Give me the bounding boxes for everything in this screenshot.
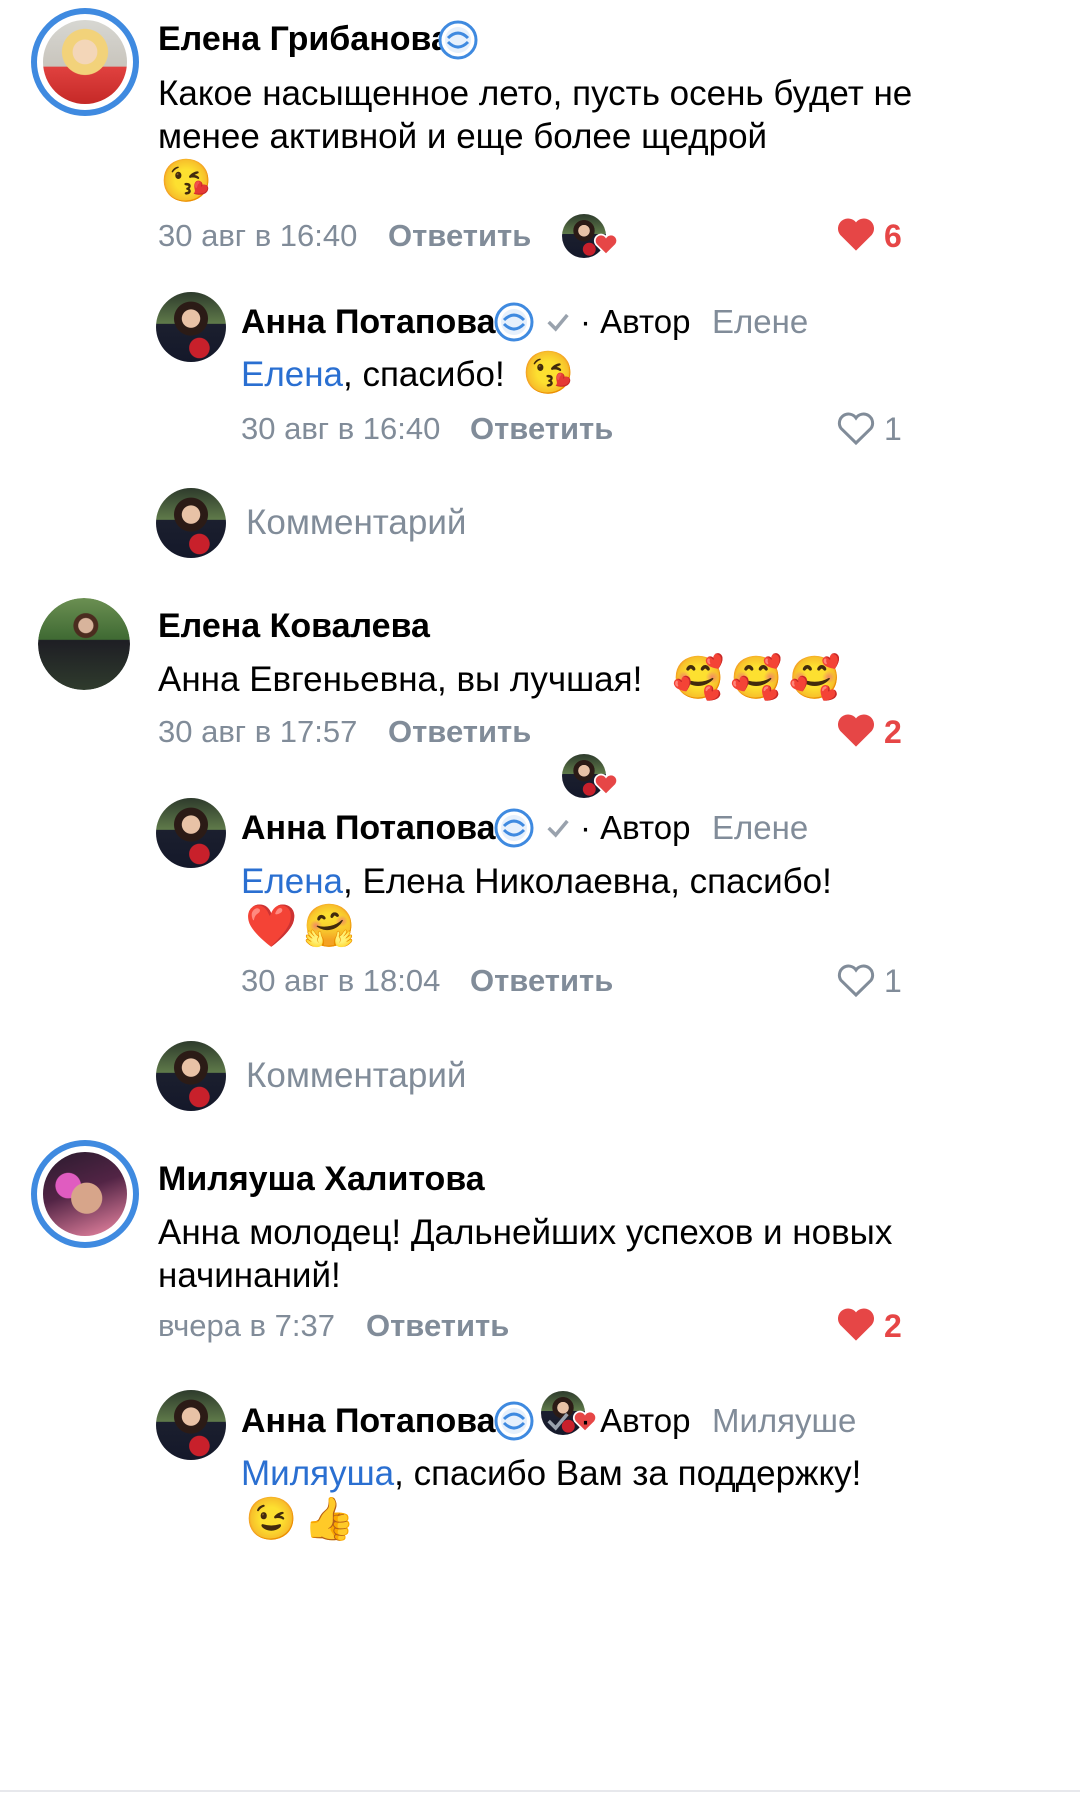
like-count: 6 bbox=[884, 218, 902, 254]
check-icon bbox=[547, 313, 569, 332]
like-count: 1 bbox=[884, 963, 902, 999]
like-heart-outline-icon[interactable] bbox=[836, 409, 876, 447]
comment-input[interactable]: Комментарий bbox=[246, 1056, 466, 1096]
avatar-milyausha-halitova[interactable] bbox=[31, 1140, 139, 1248]
reply-button[interactable]: Ответить bbox=[388, 714, 531, 750]
comment-timestamp: вчера в 7:37 bbox=[158, 1308, 335, 1343]
comment-input[interactable]: Комментарий bbox=[246, 503, 466, 543]
avatar-anna-potapova[interactable] bbox=[156, 292, 226, 362]
avatar-elena-gribanova[interactable] bbox=[31, 8, 139, 116]
comment-timestamp: 30 авг в 16:40 bbox=[158, 218, 358, 253]
comment-timestamp: 30 авг в 17:57 bbox=[158, 714, 358, 749]
my-avatar bbox=[156, 488, 226, 558]
reply-timestamp: 30 авг в 18:04 bbox=[241, 963, 441, 998]
reply-button[interactable]: Ответить bbox=[388, 218, 531, 254]
like-heart-filled-icon[interactable] bbox=[836, 215, 876, 253]
like-heart-filled-icon[interactable] bbox=[836, 711, 876, 749]
comment-text: Какое насыщенное лето, пусть осень будет… bbox=[158, 74, 913, 156]
emoji-kiss: 😘 bbox=[160, 157, 213, 204]
verified-badge-icon bbox=[494, 808, 534, 848]
avatar-anna-potapova[interactable] bbox=[156, 798, 226, 868]
like-count: 2 bbox=[884, 1308, 902, 1344]
reply-to[interactable]: Миляуше bbox=[712, 1402, 856, 1440]
reply-to[interactable]: Елене bbox=[712, 809, 808, 847]
like-heart-filled-icon[interactable] bbox=[836, 1305, 876, 1343]
emoji-wink-thumbsup: 😉👍 bbox=[245, 1495, 362, 1542]
mention-link[interactable]: Миляуша bbox=[241, 1454, 394, 1493]
reply-to[interactable]: Елене bbox=[712, 303, 808, 341]
like-count: 1 bbox=[884, 411, 902, 447]
reply-author[interactable]: Анна Потапова bbox=[241, 1402, 496, 1441]
comment-author[interactable]: Елена Грибанова bbox=[158, 20, 450, 59]
reply-button[interactable]: Ответить bbox=[470, 963, 613, 999]
comment-author[interactable]: Елена Ковалева bbox=[158, 607, 430, 646]
reply-author[interactable]: Анна Потапова bbox=[241, 809, 496, 848]
heart-icon bbox=[593, 233, 619, 256]
verified-badge-icon bbox=[494, 1401, 534, 1441]
reply-text: Миляуша, спасибо Вам за поддержку! bbox=[241, 1454, 862, 1493]
reply-text: Елена, спасибо! bbox=[241, 355, 505, 394]
comment-author[interactable]: Миляуша Халитова bbox=[158, 1160, 485, 1199]
comment-text: Анна молодец! Дальнейших успехов и новых… bbox=[158, 1213, 893, 1295]
liked-by-author-avatar bbox=[562, 754, 619, 798]
reply-timestamp: 30 авг в 16:40 bbox=[241, 411, 441, 446]
emoji-smiling-hearts: 🥰🥰🥰 bbox=[672, 654, 847, 701]
mention-link[interactable]: Елена bbox=[241, 862, 343, 901]
emoji-heart-hug: ❤️🤗 bbox=[245, 902, 362, 949]
avatar-elena-kovaleva[interactable] bbox=[38, 598, 130, 690]
reply-button[interactable]: Ответить bbox=[470, 411, 613, 447]
reply-button[interactable]: Ответить bbox=[366, 1308, 509, 1344]
mention-link[interactable]: Елена bbox=[241, 355, 343, 394]
like-heart-outline-icon[interactable] bbox=[836, 961, 876, 999]
heart-icon bbox=[593, 773, 619, 796]
verified-badge-icon bbox=[438, 20, 478, 60]
like-count: 2 bbox=[884, 714, 902, 750]
verified-badge-icon bbox=[494, 302, 534, 342]
emoji-kiss: 😘 bbox=[522, 349, 575, 396]
author-tag: · Автор bbox=[580, 1402, 691, 1439]
reply-author[interactable]: Анна Потапова bbox=[241, 303, 496, 342]
liked-by-author-avatar bbox=[562, 214, 619, 258]
reply-text: Елена, Елена Николаевна, спасибо! bbox=[241, 862, 832, 901]
my-avatar bbox=[156, 1041, 226, 1111]
check-icon bbox=[547, 1412, 569, 1431]
bottom-divider bbox=[0, 1790, 1080, 1792]
comment-text: Анна Евгеньевна, вы лучшая! bbox=[158, 660, 643, 699]
author-tag: · Автор bbox=[580, 303, 691, 340]
check-icon bbox=[547, 819, 569, 838]
avatar-anna-potapova[interactable] bbox=[156, 1390, 226, 1460]
author-tag: · Автор bbox=[580, 809, 691, 846]
